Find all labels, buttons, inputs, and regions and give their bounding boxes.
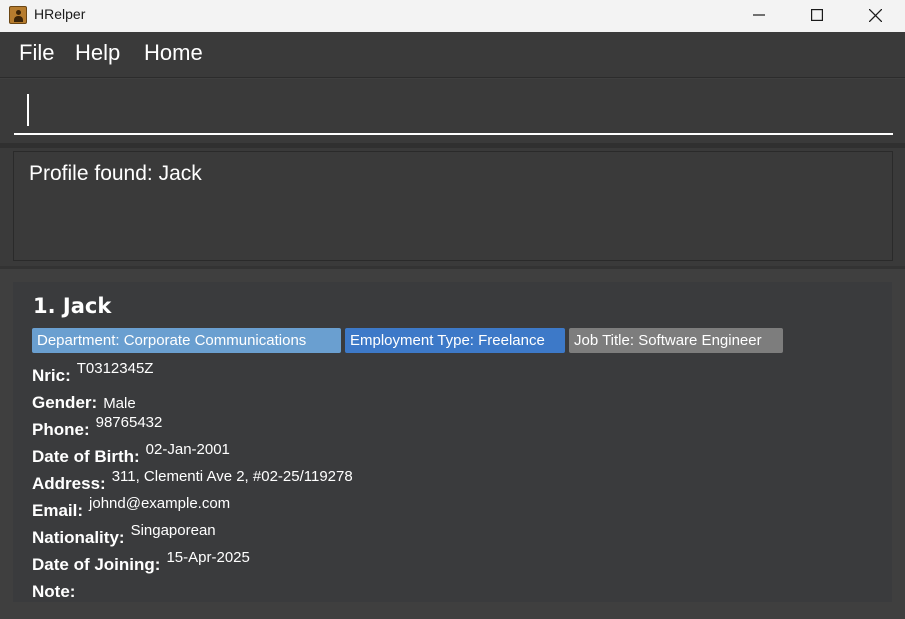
date-of-birth-label: Date of Birth: [32,447,140,466]
close-button[interactable] [852,0,898,30]
address-label: Address: [32,474,106,493]
menu-bar: File Help Home [0,32,905,78]
result-display-area: Profile found: Jack [0,148,905,266]
employment-type-tag: Employment Type: Freelance [345,328,565,353]
maximize-button[interactable] [794,0,840,30]
note-field: Note: [32,582,81,602]
nric-field: Nric: T0312345Z [32,360,153,386]
email-value: johnd@example.com [89,495,231,512]
text-caret [27,94,29,126]
menu-home[interactable]: Home [144,40,203,66]
result-message: Profile found: Jack [29,162,202,185]
date-of-joining-label: Date of Joining: [32,555,161,574]
date-of-joining-value: 15-Apr-2025 [166,549,250,566]
phone-label: Phone: [32,420,90,439]
note-label: Note: [32,582,76,601]
department-tag: Department: Corporate Communications [32,328,341,353]
minimize-button[interactable] [736,0,782,30]
date-of-birth-value: 02-Jan-2001 [145,441,230,458]
nric-value: T0312345Z [76,360,154,377]
result-display[interactable]: Profile found: Jack [13,151,893,261]
address-value: 311, Clementi Ave 2, #02-25/119278 [111,468,353,485]
person-list: 1. Jack Department: Corporate Communicat… [0,269,905,619]
app-icon [9,6,27,24]
email-field: Email: johnd@example.com [32,495,230,521]
nric-label: Nric: [32,366,71,385]
address-field: Address: 311, Clementi Ave 2, #02-25/119… [32,468,353,494]
job-title-tag: Job Title: Software Engineer [569,328,783,353]
date-of-joining-field: Date of Joining: 15-Apr-2025 [32,549,250,575]
person-card[interactable]: 1. Jack Department: Corporate Communicat… [13,282,892,602]
phone-field: Phone: 98765432 [32,414,162,440]
phone-value: 98765432 [95,414,163,431]
nationality-label: Nationality: [32,528,125,547]
gender-value: Male [103,395,136,412]
command-box-area [0,79,905,143]
command-input[interactable] [14,91,893,135]
date-of-birth-field: Date of Birth: 02-Jan-2001 [32,441,230,467]
gender-label: Gender: [32,393,98,412]
nationality-value: Singaporean [130,522,216,539]
minimize-icon [753,14,765,16]
email-label: Email: [32,501,84,520]
close-icon [868,8,882,22]
maximize-icon [811,9,823,21]
person-name: 1. Jack [33,294,112,318]
menu-help[interactable]: Help [75,40,120,66]
menu-file[interactable]: File [19,40,54,66]
gender-field: Gender: Male [32,393,136,413]
title-bar: HRelper [0,0,905,32]
nationality-field: Nationality: Singaporean [32,522,216,548]
window-title: HRelper [34,6,86,22]
